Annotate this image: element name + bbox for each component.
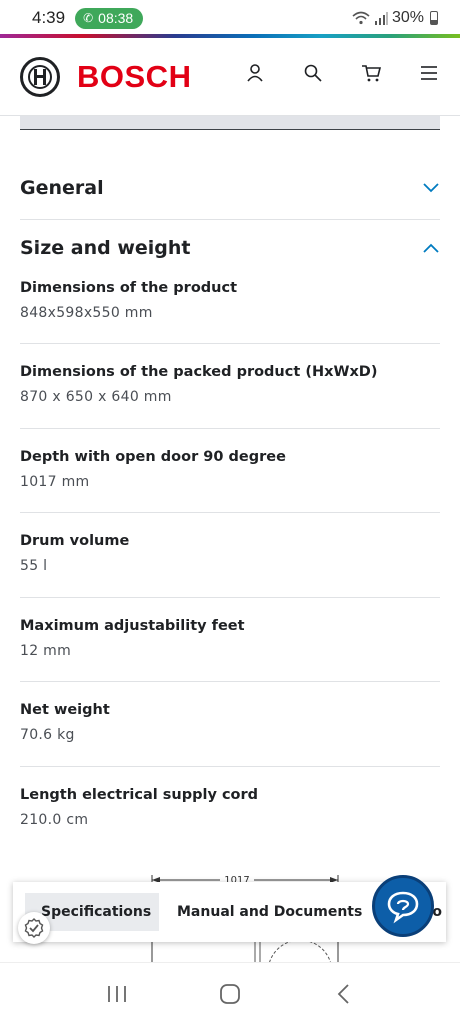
account-icon[interactable] — [244, 62, 266, 84]
wifi-icon — [352, 11, 370, 25]
accordion-size-and-weight[interactable]: Size and weight — [20, 218, 440, 278]
spec-label: Length electrical supply cord — [20, 787, 259, 803]
divider — [20, 512, 440, 513]
spec-item: Net weight 70.6 kg — [20, 702, 440, 743]
spec-label: Dimensions of the packed product (HxWxD) — [20, 364, 378, 380]
divider — [20, 428, 440, 429]
status-bar: 4:39 ✆ 08:38 30% — [0, 0, 460, 36]
spec-label: Depth with open door 90 degree — [20, 449, 286, 465]
spec-item: Length electrical supply cord 210.0 cm — [20, 787, 440, 828]
tab-manual-and-documents[interactable]: Manual and Documents — [177, 893, 362, 931]
recent-apps-icon[interactable] — [97, 974, 137, 1014]
spec-value: 12 mm — [20, 643, 72, 659]
spec-label: Maximum adjustability feet — [20, 618, 245, 634]
bosch-logo-icon[interactable] — [20, 56, 60, 97]
ongoing-call-pill[interactable]: ✆ 08:38 — [75, 7, 144, 29]
spec-value: 210.0 cm — [20, 812, 89, 828]
divider — [20, 597, 440, 598]
battery-percentage: 30% — [391, 9, 424, 26]
chevron-up-icon[interactable] — [422, 242, 440, 254]
section-title-size-weight: Size and weight — [20, 237, 191, 259]
spec-value: 848x598x550 mm — [20, 305, 153, 321]
section-title-general: General — [20, 177, 104, 199]
system-navigation-bar — [0, 962, 460, 1024]
spec-item: Drum volume 55 l — [20, 533, 440, 574]
divider — [20, 343, 440, 344]
spec-item: Maximum adjustability feet 12 mm — [20, 618, 440, 659]
spec-value: 870 x 650 x 640 mm — [20, 389, 172, 405]
back-icon[interactable] — [323, 974, 363, 1014]
call-duration: 08:38 — [98, 10, 134, 26]
spec-label: Drum volume — [20, 533, 130, 549]
chat-icon[interactable] — [372, 875, 434, 937]
spec-label: Net weight — [20, 702, 110, 718]
accordion-general[interactable]: General — [20, 158, 440, 218]
signal-icon — [374, 12, 388, 25]
battery-icon — [430, 11, 438, 25]
spec-item: Dimensions of the product 848x598x550 mm — [20, 280, 440, 321]
spec-value: 70.6 kg — [20, 727, 75, 743]
brand-wordmark[interactable]: BOSCH — [77, 59, 191, 95]
divider — [20, 681, 440, 682]
status-time: 4:39 — [32, 8, 66, 27]
status-indicators: 30% — [352, 9, 438, 27]
spec-value: 1017 mm — [20, 474, 90, 490]
header-actions — [244, 62, 440, 84]
product-image-strip — [20, 116, 440, 130]
spec-label: Dimensions of the product — [20, 280, 238, 296]
chevron-down-icon[interactable] — [422, 182, 440, 194]
spec-item: Dimensions of the packed product (HxWxD)… — [20, 364, 440, 405]
search-icon[interactable] — [302, 62, 324, 84]
verified-badge-icon[interactable] — [18, 912, 50, 944]
spec-value: 55 l — [20, 558, 48, 574]
menu-icon[interactable] — [418, 62, 440, 84]
site-header: BOSCH — [0, 38, 460, 116]
phone-icon: ✆ — [83, 11, 94, 25]
divider — [20, 766, 440, 767]
spec-item: Depth with open door 90 degree 1017 mm — [20, 449, 440, 490]
home-icon[interactable] — [210, 974, 250, 1014]
cart-icon[interactable] — [360, 62, 382, 84]
